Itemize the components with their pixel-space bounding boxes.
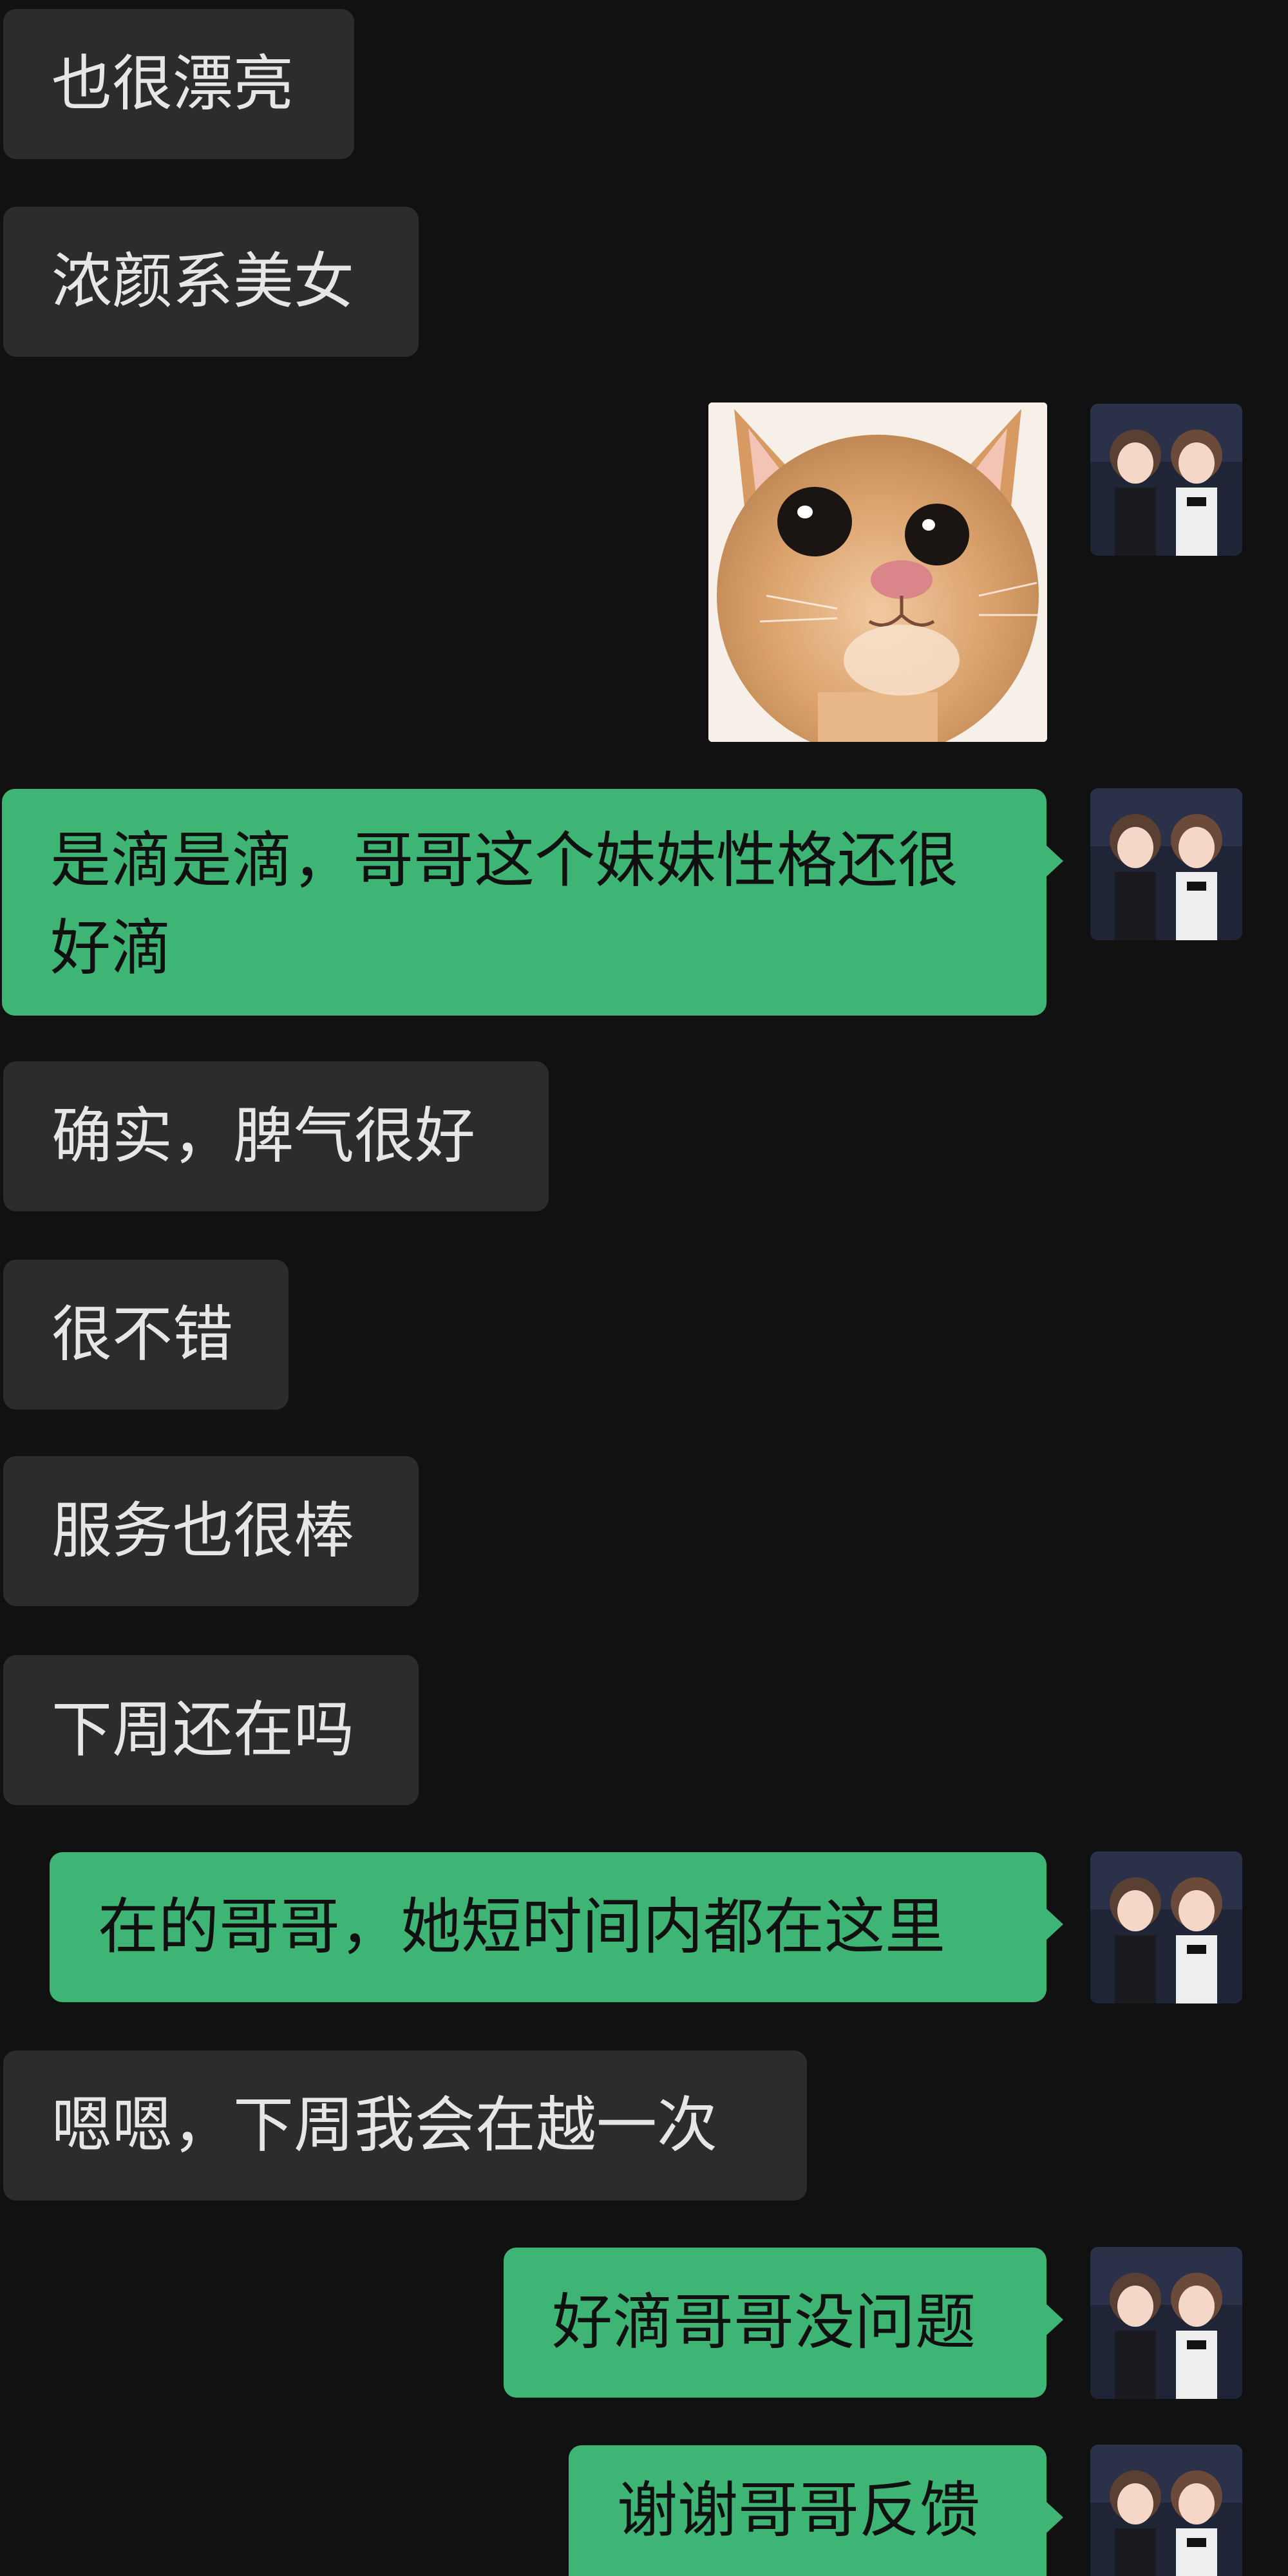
avatar[interactable] — [1090, 404, 1242, 556]
two-girls-avatar-icon — [1090, 2445, 1242, 2576]
received-message-bubble[interactable]: 服务也很棒 — [3, 1456, 419, 1606]
message-text: 服务也很棒 — [52, 1495, 355, 1566]
sent-message-bubble[interactable]: 谢谢哥哥反馈 — [569, 2445, 1063, 2576]
two-girls-avatar-icon — [1090, 2247, 1242, 2399]
message-text: 浓颜系美女 — [52, 246, 355, 317]
cat-face-icon — [708, 402, 1047, 742]
message-text: 确实，脾气很好 — [52, 1101, 476, 1171]
avatar[interactable] — [1090, 2247, 1242, 2399]
message-text: 好滴哥哥没问题 — [552, 2287, 976, 2358]
message-text: 在的哥哥，她短时间内都在这里 — [98, 1891, 946, 1962]
cat-face-sticker[interactable] — [708, 402, 1047, 742]
message-text: 嗯嗯，下周我会在越一次 — [52, 2090, 718, 2161]
sent-message-bubble[interactable]: 好滴哥哥没问题 — [504, 2248, 1063, 2398]
received-message-bubble[interactable]: 浓颜系美女 — [3, 207, 419, 357]
two-girls-avatar-icon — [1090, 1852, 1242, 2003]
received-message-bubble[interactable]: 嗯嗯，下周我会在越一次 — [3, 2050, 807, 2201]
message-text: 谢谢哥哥反馈 — [617, 2475, 981, 2546]
received-message-bubble[interactable]: 确实，脾气很好 — [3, 1061, 549, 1211]
received-message-bubble[interactable]: 也很漂亮 — [3, 9, 354, 159]
message-text: 是滴是滴，哥哥这个妹妹性格还很好滴 — [50, 826, 959, 983]
chat-message-list[interactable]: 也很漂亮 浓颜系美女 是滴是滴，哥哥这个妹妹性格还很好滴 确实，脾气很好 很不错… — [0, 0, 1288, 2576]
avatar[interactable] — [1090, 1852, 1242, 2003]
message-text: 很不错 — [52, 1299, 234, 1370]
received-message-bubble[interactable]: 下周还在吗 — [3, 1655, 419, 1805]
message-text: 也很漂亮 — [52, 48, 294, 119]
sent-message-bubble[interactable]: 是滴是滴，哥哥这个妹妹性格还很好滴 — [2, 789, 1063, 1016]
message-text: 下周还在吗 — [52, 1694, 355, 1765]
two-girls-avatar-icon — [1090, 404, 1242, 556]
received-message-bubble[interactable]: 很不错 — [3, 1260, 289, 1410]
two-girls-avatar-icon — [1090, 788, 1242, 940]
avatar[interactable] — [1090, 788, 1242, 940]
avatar[interactable] — [1090, 2445, 1242, 2576]
sent-message-bubble[interactable]: 在的哥哥，她短时间内都在这里 — [50, 1852, 1063, 2002]
